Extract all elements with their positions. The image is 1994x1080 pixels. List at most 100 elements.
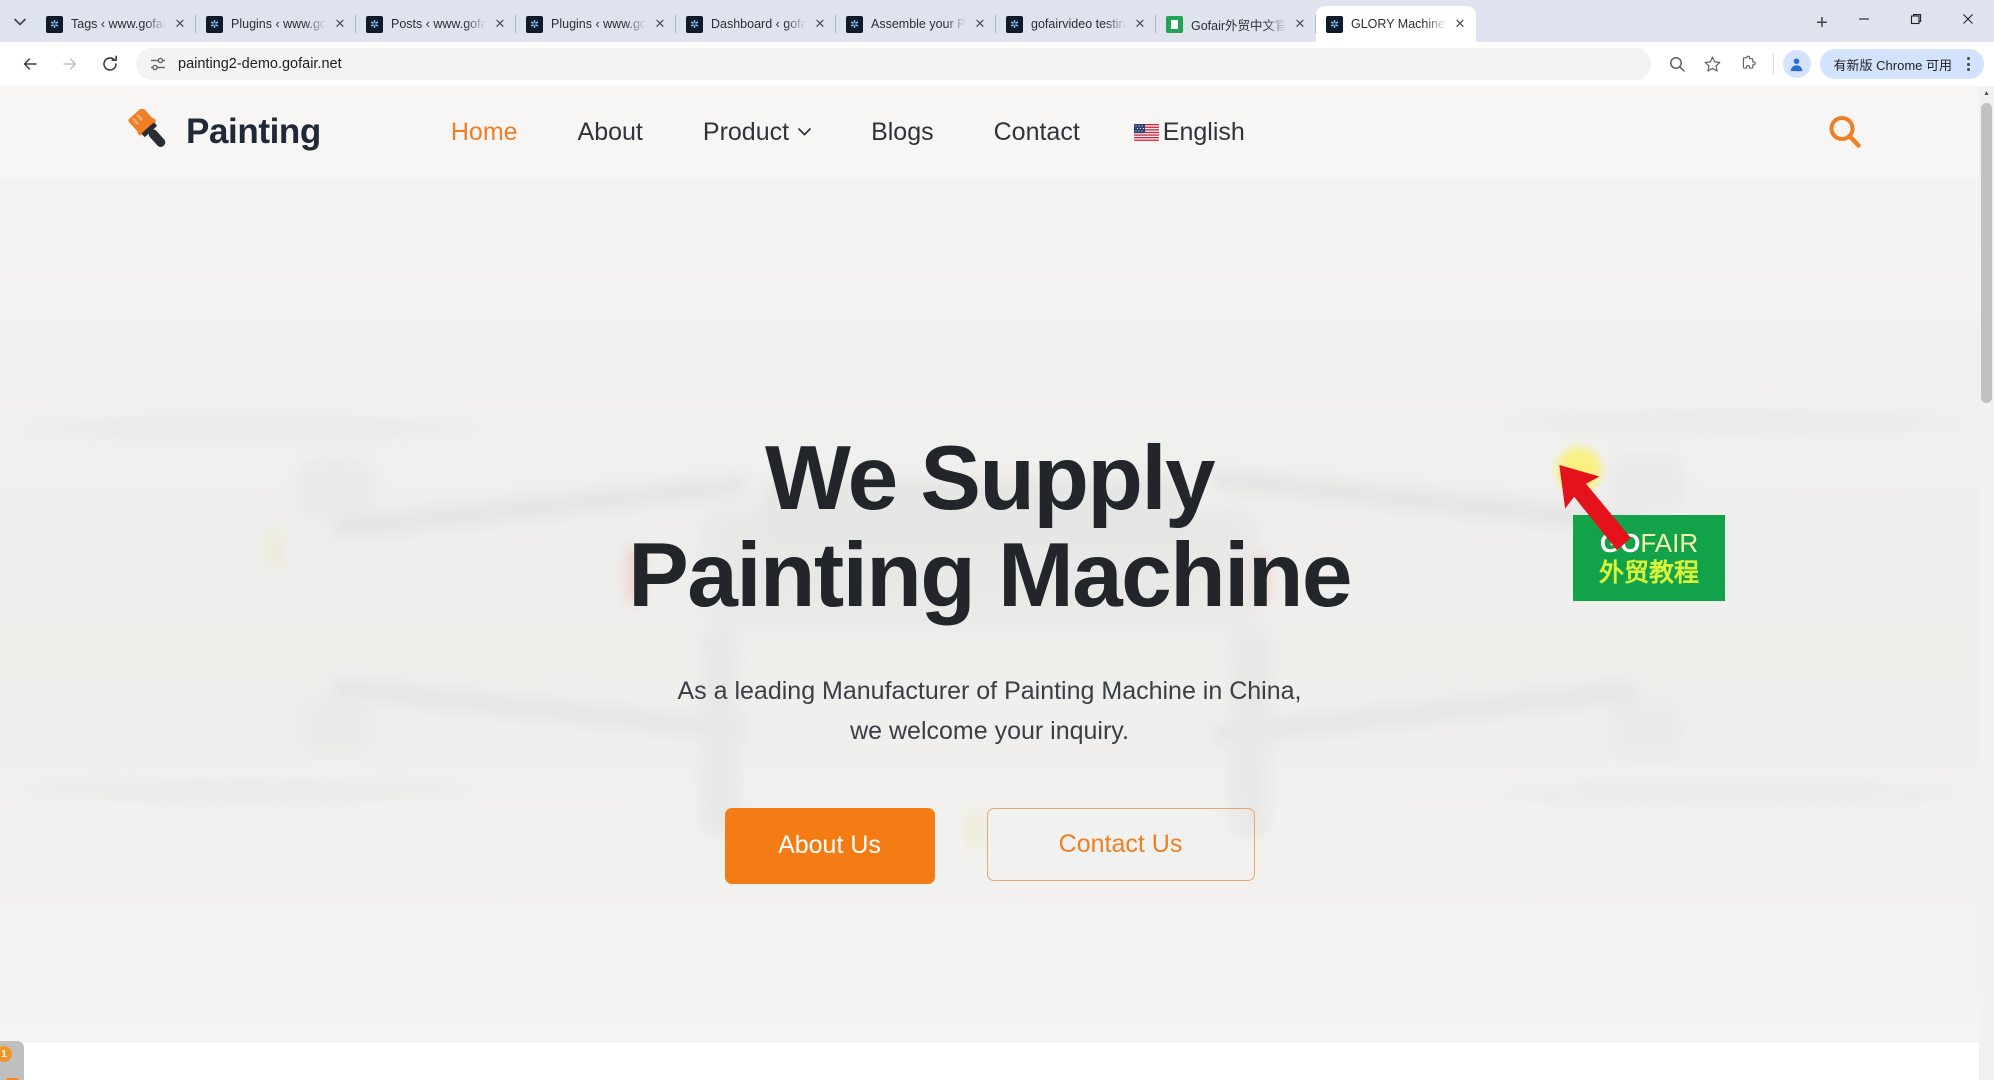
chevron-down-icon — [14, 18, 26, 26]
tab-title: Plugins ‹ www.gofairv — [231, 17, 326, 31]
site-logo[interactable]: Painting — [120, 109, 321, 155]
tab-strip: ✲ Tags ‹ www.gofairvideo ✕ ✲ Plugins ‹ w… — [0, 0, 1994, 42]
about-us-button[interactable]: About Us — [724, 807, 935, 884]
nav-label: Blogs — [871, 117, 934, 146]
arrow-right-icon — [63, 58, 77, 70]
back-button[interactable] — [13, 47, 47, 81]
page-scrollbar[interactable]: ▲ — [1979, 86, 1994, 1080]
tab-title: Dashboard ‹ gofairvid — [711, 17, 806, 31]
language-switcher[interactable]: English — [1110, 118, 1275, 147]
wordpress-icon: ✲ — [366, 15, 383, 33]
nav-label: Contact — [993, 117, 1080, 146]
red-arrow-icon — [1559, 464, 1631, 551]
wordpress-icon: ✲ — [1326, 15, 1343, 33]
tab-close-button[interactable]: ✕ — [810, 14, 830, 34]
green-square-icon — [1166, 15, 1183, 33]
hero-subtitle-line2: we welcome your inquiry. — [850, 717, 1129, 746]
tab-list: ✲ Tags ‹ www.gofairvideo ✕ ✲ Plugins ‹ w… — [36, 0, 1800, 42]
reload-button[interactable] — [93, 47, 127, 81]
tab-close-button[interactable]: ✕ — [490, 14, 510, 34]
tab-title: gofairvideo testing — [1031, 17, 1126, 31]
tab-title: Tags ‹ www.gofairvideo — [71, 17, 166, 31]
nav-label: About — [577, 117, 643, 146]
minimize-button[interactable] — [1838, 0, 1890, 38]
update-label: 有新版 Chrome 可用 — [1833, 57, 1952, 73]
tab-close-button[interactable]: ✕ — [170, 14, 190, 34]
wordpress-icon: ✲ — [526, 15, 543, 33]
new-tab-button[interactable]: + — [1806, 7, 1838, 39]
browser-tab[interactable]: ✲ Tags ‹ www.gofairvideo ✕ — [36, 6, 196, 42]
tab-title: Assemble your Pota — [871, 17, 966, 31]
tab-close-button[interactable]: ✕ — [1130, 14, 1150, 34]
search-icon — [1829, 116, 1861, 148]
browser-tab[interactable]: ✲ Plugins ‹ www.gofairv ✕ — [196, 6, 356, 42]
zoom-search-icon[interactable] — [1661, 48, 1693, 80]
hero-subtitle: As a leading Manufacturer of Painting Ma… — [0, 671, 1979, 752]
scrollbar-thumb[interactable] — [1981, 103, 1992, 403]
bookmark-star-button[interactable] — [1697, 48, 1729, 80]
window-controls — [1838, 0, 1994, 42]
contact-us-button[interactable]: Contact Us — [986, 807, 1255, 881]
nav-item-blogs[interactable]: Blogs — [841, 118, 964, 147]
close-window-button[interactable] — [1942, 0, 1994, 38]
reload-icon — [103, 55, 117, 71]
wordpress-icon: ✲ — [1006, 15, 1023, 33]
extensions-button[interactable] — [1733, 48, 1765, 80]
nav-item-product[interactable]: Product — [673, 118, 841, 147]
magnifier-icon — [1669, 57, 1685, 72]
tune-icon[interactable] — [148, 54, 168, 74]
main-navigation: Home About Product Blogs Contact English — [421, 118, 1823, 147]
browser-tab[interactable]: ✲ Posts ‹ www.gofairvid ✕ — [356, 6, 516, 42]
widget-badge-count: 1 — [0, 1046, 12, 1062]
scroll-up-arrow-icon[interactable]: ▲ — [1979, 86, 1994, 101]
tab-title: Plugins ‹ www.gofairv — [551, 17, 646, 31]
arrow-left-icon — [23, 58, 37, 70]
browser-tab[interactable]: ✲ Dashboard ‹ gofairvid ✕ — [676, 6, 836, 42]
accessibility-widget[interactable]: 1 — [0, 1041, 24, 1080]
chevron-down-icon — [798, 128, 811, 136]
nav-item-home[interactable]: Home — [421, 118, 548, 147]
hero-title-line1: We Supply — [764, 428, 1216, 529]
tab-close-button[interactable]: ✕ — [1290, 14, 1310, 34]
browser-tab[interactable]: ✲ Assemble your Pota ✕ — [836, 6, 996, 42]
puzzle-icon — [1742, 55, 1756, 69]
tab-title: GLORY Machinery C — [1351, 17, 1446, 31]
hero-section: We Supply Painting Machine As a leading … — [0, 178, 1979, 1043]
site-search-button[interactable] — [1823, 110, 1867, 154]
paintbrush-icon — [128, 109, 166, 147]
minimize-icon — [1859, 18, 1869, 20]
hero-title-line2: Painting Machine — [628, 525, 1352, 627]
tab-title: Gofair外贸中文官网 — [1191, 18, 1286, 33]
star-icon — [1704, 55, 1721, 72]
maximize-icon — [1910, 14, 1922, 25]
nav-label: Home — [450, 117, 518, 146]
tab-search-button[interactable] — [6, 8, 34, 36]
web-page: Painting Home About Product Blogs Contac… — [0, 86, 1979, 1080]
browser-toolbar: painting2-demo.gofair.net 有新版 Chrome 可用 — [0, 42, 1994, 86]
address-bar[interactable]: painting2-demo.gofair.net — [136, 48, 1651, 80]
tab-close-button[interactable]: ✕ — [650, 14, 670, 34]
tab-close-button[interactable]: ✕ — [330, 14, 350, 34]
nav-item-about[interactable]: About — [548, 118, 673, 147]
tab-close-button[interactable]: ✕ — [1450, 14, 1470, 34]
three-dot-menu-icon[interactable] — [1958, 57, 1978, 71]
browser-tab-active[interactable]: ✲ GLORY Machinery C ✕ — [1316, 6, 1476, 42]
profile-avatar[interactable] — [1782, 50, 1811, 78]
wordpress-icon: ✲ — [46, 15, 63, 33]
account-avatar-icon — [1790, 57, 1803, 71]
browser-tab[interactable]: Gofair外贸中文官网 ✕ — [1156, 6, 1316, 42]
site-settings-icon — [151, 57, 165, 71]
forward-button[interactable] — [53, 47, 87, 81]
wordpress-icon: ✲ — [206, 15, 223, 33]
wordpress-icon: ✲ — [686, 15, 703, 33]
toolbar-divider — [1772, 54, 1774, 74]
browser-tab[interactable]: ✲ gofairvideo testing ✕ — [996, 6, 1156, 42]
nav-item-contact[interactable]: Contact — [964, 118, 1110, 147]
site-header: Painting Home About Product Blogs Contac… — [0, 86, 1979, 178]
chrome-update-button[interactable]: 有新版 Chrome 可用 — [1819, 49, 1984, 79]
close-icon — [1963, 14, 1973, 24]
tab-close-button[interactable]: ✕ — [970, 14, 990, 34]
page-viewport: Painting Home About Product Blogs Contac… — [0, 86, 1994, 1080]
maximize-button[interactable] — [1890, 0, 1942, 38]
browser-tab[interactable]: ✲ Plugins ‹ www.gofairv ✕ — [516, 6, 676, 42]
